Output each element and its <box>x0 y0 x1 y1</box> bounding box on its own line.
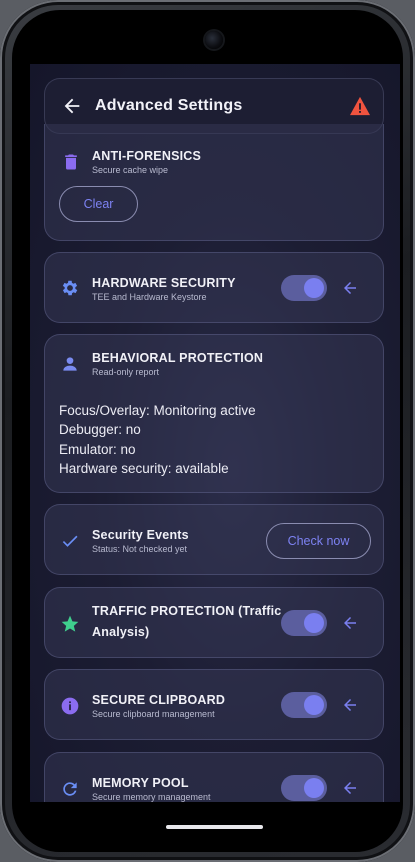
secure-clipboard-toggle[interactable] <box>281 692 327 718</box>
warning-icon[interactable] <box>349 96 371 116</box>
star-icon <box>61 615 79 632</box>
secure-clipboard-card: SECURE CLIPBOARD Secure clipboard manage… <box>44 669 384 740</box>
anti-forensics-title: ANTI-FORENSICS <box>92 149 202 163</box>
report-line-debugger: Debugger: no <box>59 422 141 437</box>
check-icon <box>62 535 78 547</box>
hardware-security-subtitle: TEE and Hardware Keystore <box>92 292 207 302</box>
toggle-knob <box>304 278 324 298</box>
back-arrow-icon[interactable] <box>61 95 83 117</box>
behavioral-protection-title: BEHAVIORAL PROTECTION <box>92 351 264 365</box>
person-icon <box>63 357 77 371</box>
clear-button[interactable]: Clear <box>59 186 138 222</box>
secure-clipboard-title: SECURE CLIPBOARD <box>92 693 226 707</box>
hardware-security-card: HARDWARE SECURITY TEE and Hardware Keyst… <box>44 252 384 323</box>
info-icon <box>61 697 79 715</box>
report-line-emulator: Emulator: no <box>59 442 136 457</box>
refresh-icon <box>63 782 77 796</box>
report-line-hardware: Hardware security: available <box>59 461 229 476</box>
memory-pool-card: MEMORY POOL Secure memory management <box>44 752 384 802</box>
anti-forensics-subtitle: Secure cache wipe <box>92 165 169 175</box>
arrow-left-icon[interactable] <box>341 614 359 632</box>
home-indicator[interactable] <box>166 825 263 829</box>
behavioral-protection-subtitle: Read-only report <box>92 367 160 377</box>
anti-forensics-card: ANTI-FORENSICS Secure cache wipe Clear <box>44 124 384 241</box>
app-screen: Advanced Settings ANTI-FORENSICS Secure … <box>30 64 400 802</box>
check-now-button[interactable]: Check now <box>266 523 371 559</box>
toggle-knob <box>304 695 324 715</box>
page-title: Advanced Settings <box>95 97 243 114</box>
arrow-left-icon[interactable] <box>341 279 359 297</box>
arrow-left-icon[interactable] <box>341 779 359 797</box>
hardware-security-title: HARDWARE SECURITY <box>92 276 236 290</box>
traffic-protection-title-line1: TRAFFIC PROTECTION (Traffic <box>92 604 282 618</box>
traffic-protection-title-line2: Analysis) <box>92 625 150 639</box>
security-events-title: Security Events <box>92 528 189 542</box>
toggle-knob <box>304 613 324 633</box>
front-camera <box>205 31 223 49</box>
gear-icon <box>62 280 78 296</box>
trash-icon <box>65 154 77 170</box>
memory-pool-subtitle: Secure memory management <box>92 792 211 802</box>
behavioral-protection-card: BEHAVIORAL PROTECTION Read-only report F… <box>44 334 384 493</box>
memory-pool-title: MEMORY POOL <box>92 776 189 790</box>
security-events-card: Security Events Status: Not checked yet … <box>44 504 384 575</box>
hardware-security-toggle[interactable] <box>281 275 327 301</box>
memory-pool-toggle[interactable] <box>281 775 327 801</box>
report-line-focus: Focus/Overlay: Monitoring active <box>59 403 256 418</box>
security-events-status: Status: Not checked yet <box>92 544 188 554</box>
traffic-protection-toggle[interactable] <box>281 610 327 636</box>
toggle-knob <box>304 778 324 798</box>
traffic-protection-card: TRAFFIC PROTECTION (Traffic Analysis) <box>44 587 384 658</box>
arrow-left-icon[interactable] <box>341 696 359 714</box>
secure-clipboard-subtitle: Secure clipboard management <box>92 709 215 719</box>
